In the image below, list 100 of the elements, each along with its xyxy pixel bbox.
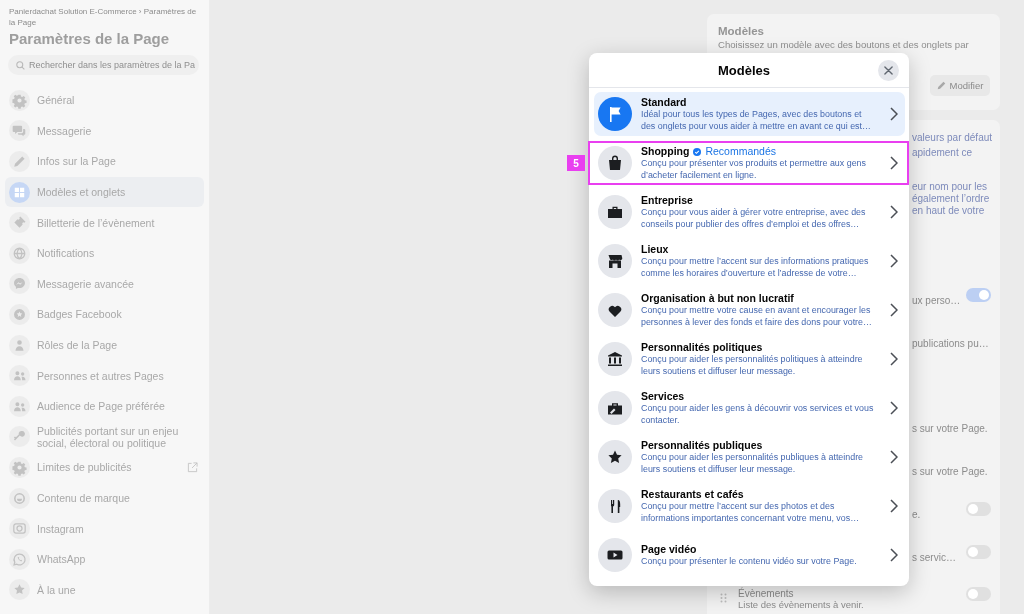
setting-text-fragment: s sur votre Page. (912, 423, 988, 435)
briefcase-icon (598, 195, 632, 229)
sidebar-item[interactable]: À la une (5, 574, 204, 606)
template-option[interactable]: Services Conçu pour aider les gens à découvrir vos services et vous contacter. (594, 386, 905, 430)
toggle-switch[interactable] (966, 587, 991, 601)
close-icon (884, 65, 893, 75)
chevron-right-icon (890, 107, 898, 121)
toggle-switch[interactable] (966, 502, 991, 516)
template-option[interactable]: Lieux Conçu pour mettre l’accent sur des informations pratiques comme les horaires d’ouverture et l’adresse de votre… (594, 239, 905, 283)
template-description: Conçu pour mettre l’accent sur des informations pratiques comme les horaires d’ouverture et l’adresse de votre… (641, 256, 870, 279)
template-option[interactable]: Personnalités politiques Conçu pour aider les personnalités politiques à atteindre leurs soutiens et diffuser leur message. (594, 337, 905, 381)
sidebar-item[interactable]: Notifications (5, 237, 204, 269)
template-description: Conçu pour aider les personnalités politiques à atteindre leurs soutiens et diffuser leur message. (641, 354, 864, 377)
toggle-switch[interactable] (966, 288, 991, 302)
close-button[interactable] (878, 59, 899, 81)
chevron-right-icon (890, 450, 898, 464)
sidebar-item[interactable]: Publicités portant sur un enjeu social, électoral ou politique (5, 421, 204, 453)
star-badge-icon (9, 303, 30, 325)
camera-outline-icon (9, 518, 30, 540)
sidebar-item[interactable]: Rôles de la Page (5, 329, 204, 361)
template-title: Restaurants et cafés (641, 488, 744, 501)
text-fragment: également l’ordre (912, 193, 991, 205)
text-fragment: en haut de votre (912, 205, 986, 217)
sidebar-item[interactable]: Modèles et onglets (5, 176, 204, 208)
section-description: Liste des évènements à venir. (738, 599, 864, 610)
template-description: Idéal pour tous les types de Pages, avec des boutons et des onglets pour vous aider à mettre en avant ce qui est… (641, 109, 872, 132)
edit-button[interactable]: Modifier (930, 75, 990, 96)
storefront-icon (598, 244, 632, 278)
check-circle-icon (693, 147, 702, 156)
setting-text-fragment: s sur votre Page. (912, 466, 988, 478)
template-option[interactable]: Standard Idéal pour tous les types de Pages, avec des boutons et des onglets pour vous aider à mettre en avant ce qui est… (594, 92, 905, 136)
grid-icon (9, 181, 30, 203)
setting-text-fragment: s servic… (912, 552, 956, 564)
template-option[interactable]: Personnalités publiques Conçu pour aider les personnalités publiques à atteindre leurs soutiens et diffuser leur message. (594, 435, 905, 479)
gear-icon (9, 89, 30, 111)
fork-knife-icon (598, 489, 632, 523)
video-play-icon (598, 538, 632, 572)
sidebar-item[interactable]: Badges Facebook (5, 299, 204, 330)
chevron-right-icon (890, 352, 898, 366)
chevron-right-icon (890, 499, 898, 513)
template-description: Conçu pour vous aider à gérer votre entreprise, avec des conseils pour publier des offres d’emploi et des offres… (641, 207, 867, 230)
template-description: Conçu pour présenter vos produits et permettre aux gens d’acheter facilement en ligne. (641, 158, 867, 181)
setting-text-fragment: ux perso… (912, 295, 961, 307)
template-option[interactable]: Entreprise Conçu pour vous aider à gérer votre entreprise, avec des conseils pour publier des offres d’emploi et des offres… (594, 190, 905, 234)
sidebar-item[interactable]: Contenu de marque (5, 482, 204, 514)
sidebar-item[interactable]: Billetterie de l’évènement (5, 207, 204, 238)
sidebar-item[interactable]: Audience de Page préférée (5, 390, 204, 422)
template-option[interactable]: Shopping Recommandés Conçu pour présenter vos produits et permettre aux gens d’acheter facilement en ligne. (588, 141, 909, 185)
shopping-bag-icon (598, 146, 632, 180)
person-icon (9, 334, 30, 356)
search-field[interactable]: Rechercher dans les paramètres de la Pa (8, 55, 199, 75)
phone-bubble-icon (9, 548, 30, 570)
people-icon (9, 395, 30, 417)
smiley-icon (9, 487, 30, 509)
sidebar-item[interactable]: Messagerie (5, 115, 204, 147)
pencil-icon (9, 151, 30, 172)
ticket-icon (9, 212, 30, 234)
template-description: Conçu pour présenter le contenu vidéo sur votre Page. (641, 555, 858, 568)
text-fragment: apidement ce (912, 146, 974, 160)
key-icon (9, 426, 30, 448)
dialog-title: Modèles (718, 62, 770, 78)
globe-icon (9, 242, 30, 264)
setting-text-fragment: publications pu… (912, 338, 989, 350)
sidebar-item[interactable]: Limites de publicités (5, 452, 204, 483)
chevron-right-icon (890, 156, 898, 170)
flag-icon (598, 97, 632, 131)
card-title: Modèles (718, 24, 765, 38)
template-title: Shopping (641, 145, 690, 158)
sidebar-item[interactable]: Personnes et autres Pages (5, 360, 204, 391)
search-icon (16, 60, 25, 70)
toggle-switch[interactable] (966, 545, 991, 559)
template-option[interactable]: Restaurants et cafés Conçu pour mettre l’accent sur des photos et des informations importantes concernant votre menu, vos… (594, 484, 905, 528)
section-title: Évènements (738, 588, 795, 599)
template-title: Entreprise (641, 194, 693, 207)
chevron-right-icon (890, 254, 898, 268)
template-description: Conçu pour aider les gens à découvrir vos services et vous contacter. (641, 403, 875, 426)
template-title: Services (641, 390, 685, 403)
page-title: Paramètres de la Page (9, 30, 171, 48)
sidebar-item[interactable]: Messagerie avancée (5, 268, 204, 300)
columns-building-icon (598, 342, 632, 376)
template-description: Conçu pour mettre votre cause en avant et encourager les personnes à lever des fonds et faire des dons pour votre… (641, 305, 873, 328)
people-icon (9, 365, 30, 387)
chevron-right-icon (890, 205, 898, 219)
toolbox-icon (598, 391, 632, 425)
template-description: Conçu pour mettre l’accent sur des photos et des informations importantes concernant votre menu, vos… (641, 501, 861, 524)
setting-text-fragment: e. (912, 509, 921, 521)
template-title: Personnalités politiques (641, 341, 763, 354)
template-title: Lieux (641, 243, 669, 256)
pencil-icon (936, 81, 946, 90)
template-option[interactable]: Page vidéo Conçu pour présenter le contenu vidéo sur votre Page. (594, 533, 905, 577)
chevron-right-icon (890, 401, 898, 415)
sidebar-item[interactable]: Infos sur la Page (5, 146, 204, 177)
drag-handle-icon[interactable] (720, 593, 727, 603)
sidebar-item[interactable]: Instagram (5, 513, 204, 544)
template-title: Personnalités publiques (641, 439, 763, 452)
lightning-bubble-icon (9, 273, 30, 295)
template-option[interactable]: Organisation à but non lucratif Conçu pour mettre votre cause en avant et encourager les personnes à lever des fonds et faire des dons pour votre… (594, 288, 905, 332)
sidebar-item[interactable]: Général (5, 85, 204, 116)
chat-bubbles-icon (9, 120, 30, 142)
sidebar-item[interactable]: WhatsApp (5, 543, 204, 575)
